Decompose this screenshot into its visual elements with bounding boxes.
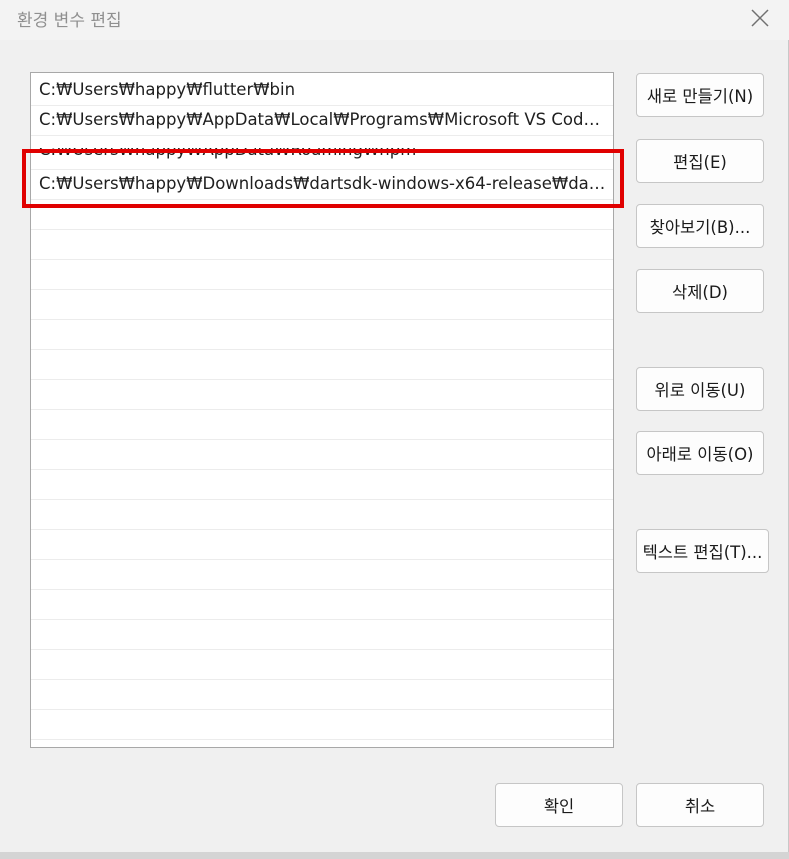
empty-list-row[interactable] — [31, 350, 613, 380]
path-list-item-text: C:₩Users₩happy₩AppData₩Local₩Programs₩Mi… — [39, 110, 607, 129]
empty-list-row[interactable] — [31, 440, 613, 470]
path-list-item-selected[interactable]: C:₩Users₩happy₩Downloads₩dartsdk-windows… — [31, 170, 613, 200]
empty-list-row[interactable] — [31, 530, 613, 560]
empty-list-row[interactable] — [31, 200, 613, 230]
empty-list-row[interactable] — [31, 380, 613, 410]
empty-list-row[interactable] — [31, 590, 613, 620]
path-list-item-text: C:₩Users₩happy₩Downloads₩dartsdk-windows… — [39, 174, 607, 193]
cancel-button[interactable]: 취소 — [636, 783, 764, 827]
new-button[interactable]: 새로 만들기(N) — [636, 73, 764, 117]
empty-list-row[interactable] — [31, 500, 613, 530]
empty-list-row[interactable] — [31, 650, 613, 680]
close-icon — [751, 9, 769, 27]
title-bar: 환경 변수 편집 — [0, 0, 789, 40]
empty-list-row[interactable] — [31, 230, 613, 260]
path-list-item-text: C:₩Users₩happy₩AppData₩Roaming₩npm — [39, 148, 417, 159]
move-down-button[interactable]: 아래로 이동(O) — [636, 431, 764, 475]
empty-list-row[interactable] — [31, 710, 613, 740]
path-list-item[interactable]: C:₩Users₩happy₩flutter₩bin — [31, 76, 613, 106]
path-list-item[interactable]: C:₩Users₩happy₩AppData₩Roaming₩npm — [31, 148, 613, 170]
empty-list-row[interactable] — [31, 680, 613, 710]
dialog-title: 환경 변수 편집 — [17, 11, 122, 31]
edit-environment-variable-dialog: 환경 변수 편집 C:₩Users₩happy₩flutter₩bin C:₩U… — [0, 0, 789, 852]
path-list-item-text: C:₩Users₩happy₩flutter₩bin — [39, 80, 296, 99]
empty-list-row[interactable] — [31, 560, 613, 590]
path-list-item[interactable]: C:₩Users₩happy₩AppData₩Local₩Programs₩Mi… — [31, 106, 613, 136]
empty-list-row[interactable] — [31, 620, 613, 650]
edit-text-button[interactable]: 텍스트 편집(T)... — [636, 529, 769, 573]
close-button[interactable] — [744, 4, 776, 32]
path-list[interactable]: C:₩Users₩happy₩flutter₩bin C:₩Users₩happ… — [30, 72, 614, 748]
empty-list-row[interactable] — [31, 260, 613, 290]
empty-list-row[interactable] — [31, 410, 613, 440]
browse-button[interactable]: 찾아보기(B)... — [636, 204, 764, 248]
ok-button[interactable]: 확인 — [495, 783, 623, 827]
empty-list-row[interactable] — [31, 290, 613, 320]
empty-list-row[interactable] — [31, 470, 613, 500]
delete-button[interactable]: 삭제(D) — [636, 269, 764, 313]
empty-list-row[interactable] — [31, 320, 613, 350]
move-up-button[interactable]: 위로 이동(U) — [636, 367, 764, 411]
edit-button[interactable]: 편집(E) — [636, 139, 764, 183]
